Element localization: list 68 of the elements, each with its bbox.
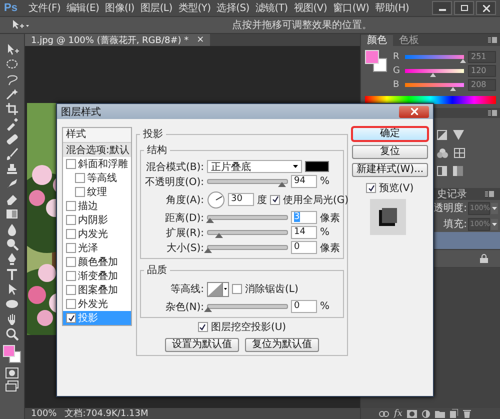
app-logo: Ps [4,2,18,14]
channel-label: R [393,52,400,62]
menu-item[interactable]: 选择(S) [214,1,252,15]
menu-item[interactable]: 窗口(W) [330,1,372,15]
unit-label: % [320,227,331,238]
fx-button[interactable]: fx [394,408,402,418]
menu-item[interactable]: 图层(L) [137,1,176,15]
style-item[interactable]: 渐变叠加 [78,269,118,283]
field-label: 混合模式(B): [144,160,204,174]
number-field[interactable]: 94 [291,175,317,188]
menu-item[interactable]: 图像(I) [102,1,138,15]
document-size: 文档:704.9K/1.13M [64,408,148,419]
opacity-label: 透明度: [434,202,467,215]
zoom-level: 100% [31,408,57,418]
channel-label: B [393,80,400,90]
style-item[interactable]: 混合选项:默认 [63,143,131,157]
panel-tab[interactable]: 颜色 [361,35,393,46]
default-button[interactable]: 设置为默认值 [165,338,239,352]
number-field[interactable]: 30 [228,193,254,206]
fill-label: 填充: [444,218,467,231]
style-item[interactable]: 光泽 [78,241,98,255]
number-field[interactable]: 14 [291,226,317,239]
menu-item[interactable]: 编辑(E) [64,1,102,15]
menu-item[interactable]: 滤镜(T) [252,1,291,15]
style-item[interactable]: 纹理 [87,185,107,199]
checkbox-label: 使用全局光(G) [283,194,349,206]
hint-text: 点按并拖移可调整效果的位置。 [232,18,372,32]
blend-mode-select[interactable]: 正片叠底 [207,160,302,173]
list-header: 样式 [63,128,131,143]
field-label: 角度(A): [164,194,204,206]
unit-label: % [320,301,331,312]
style-item[interactable]: 外发光 [78,297,108,311]
style-item[interactable]: 图案叠加 [78,283,118,297]
menu-item[interactable]: 文件(F) [25,1,64,15]
style-item[interactable]: 内阴影 [78,213,108,227]
number-field[interactable]: 0 [291,300,317,313]
channel-label: G [393,66,401,76]
unit-label: 像素 [320,242,340,254]
field-label: 不透明度(O): [144,176,204,188]
menu-item[interactable]: 类型(Y) [175,1,214,15]
dialog-button[interactable]: 确定 [352,127,428,141]
field-label: 距离(D): [164,212,204,224]
number-field[interactable]: 0 [291,241,317,254]
menu-item[interactable]: 视图(V) [290,1,330,15]
group-title: 结构 [146,144,168,157]
group-title: 投影 [142,128,164,141]
field-label: 大小(S): [165,242,204,254]
checkbox-label: 图层挖空投影(U) [210,320,286,334]
unit-label: % [320,176,331,187]
panel-tab[interactable]: 色板 [393,35,425,46]
unit-label: 像素 [320,212,340,224]
style-item[interactable]: 内发光 [78,227,108,241]
style-item[interactable]: 描边 [78,199,98,213]
default-button[interactable]: 复位为默认值 [245,338,319,352]
style-item[interactable]: 颜色叠加 [78,255,118,269]
dialog-title: 图层样式 [61,106,101,118]
checkbox-label: 消除锯齿(L) [245,282,298,296]
field-label: 杂色(N): [164,300,204,314]
dialog-button[interactable]: 新建样式(W)... [352,163,428,177]
menu-item[interactable]: 帮助(H) [372,1,412,15]
group-title: 品质 [146,264,168,277]
unit-label: 度 [257,194,267,206]
dialog-button[interactable]: 复位 [352,145,428,159]
field-label: 等高线: [170,282,204,296]
field-label: 扩展(R): [164,226,204,240]
checkbox-label: 预览(V) [379,182,414,195]
style-item[interactable]: 等高线 [87,171,117,185]
document-tab[interactable]: 1.jpg @ 100% (蔷薇花开, RGB/8#) * × [25,34,210,46]
